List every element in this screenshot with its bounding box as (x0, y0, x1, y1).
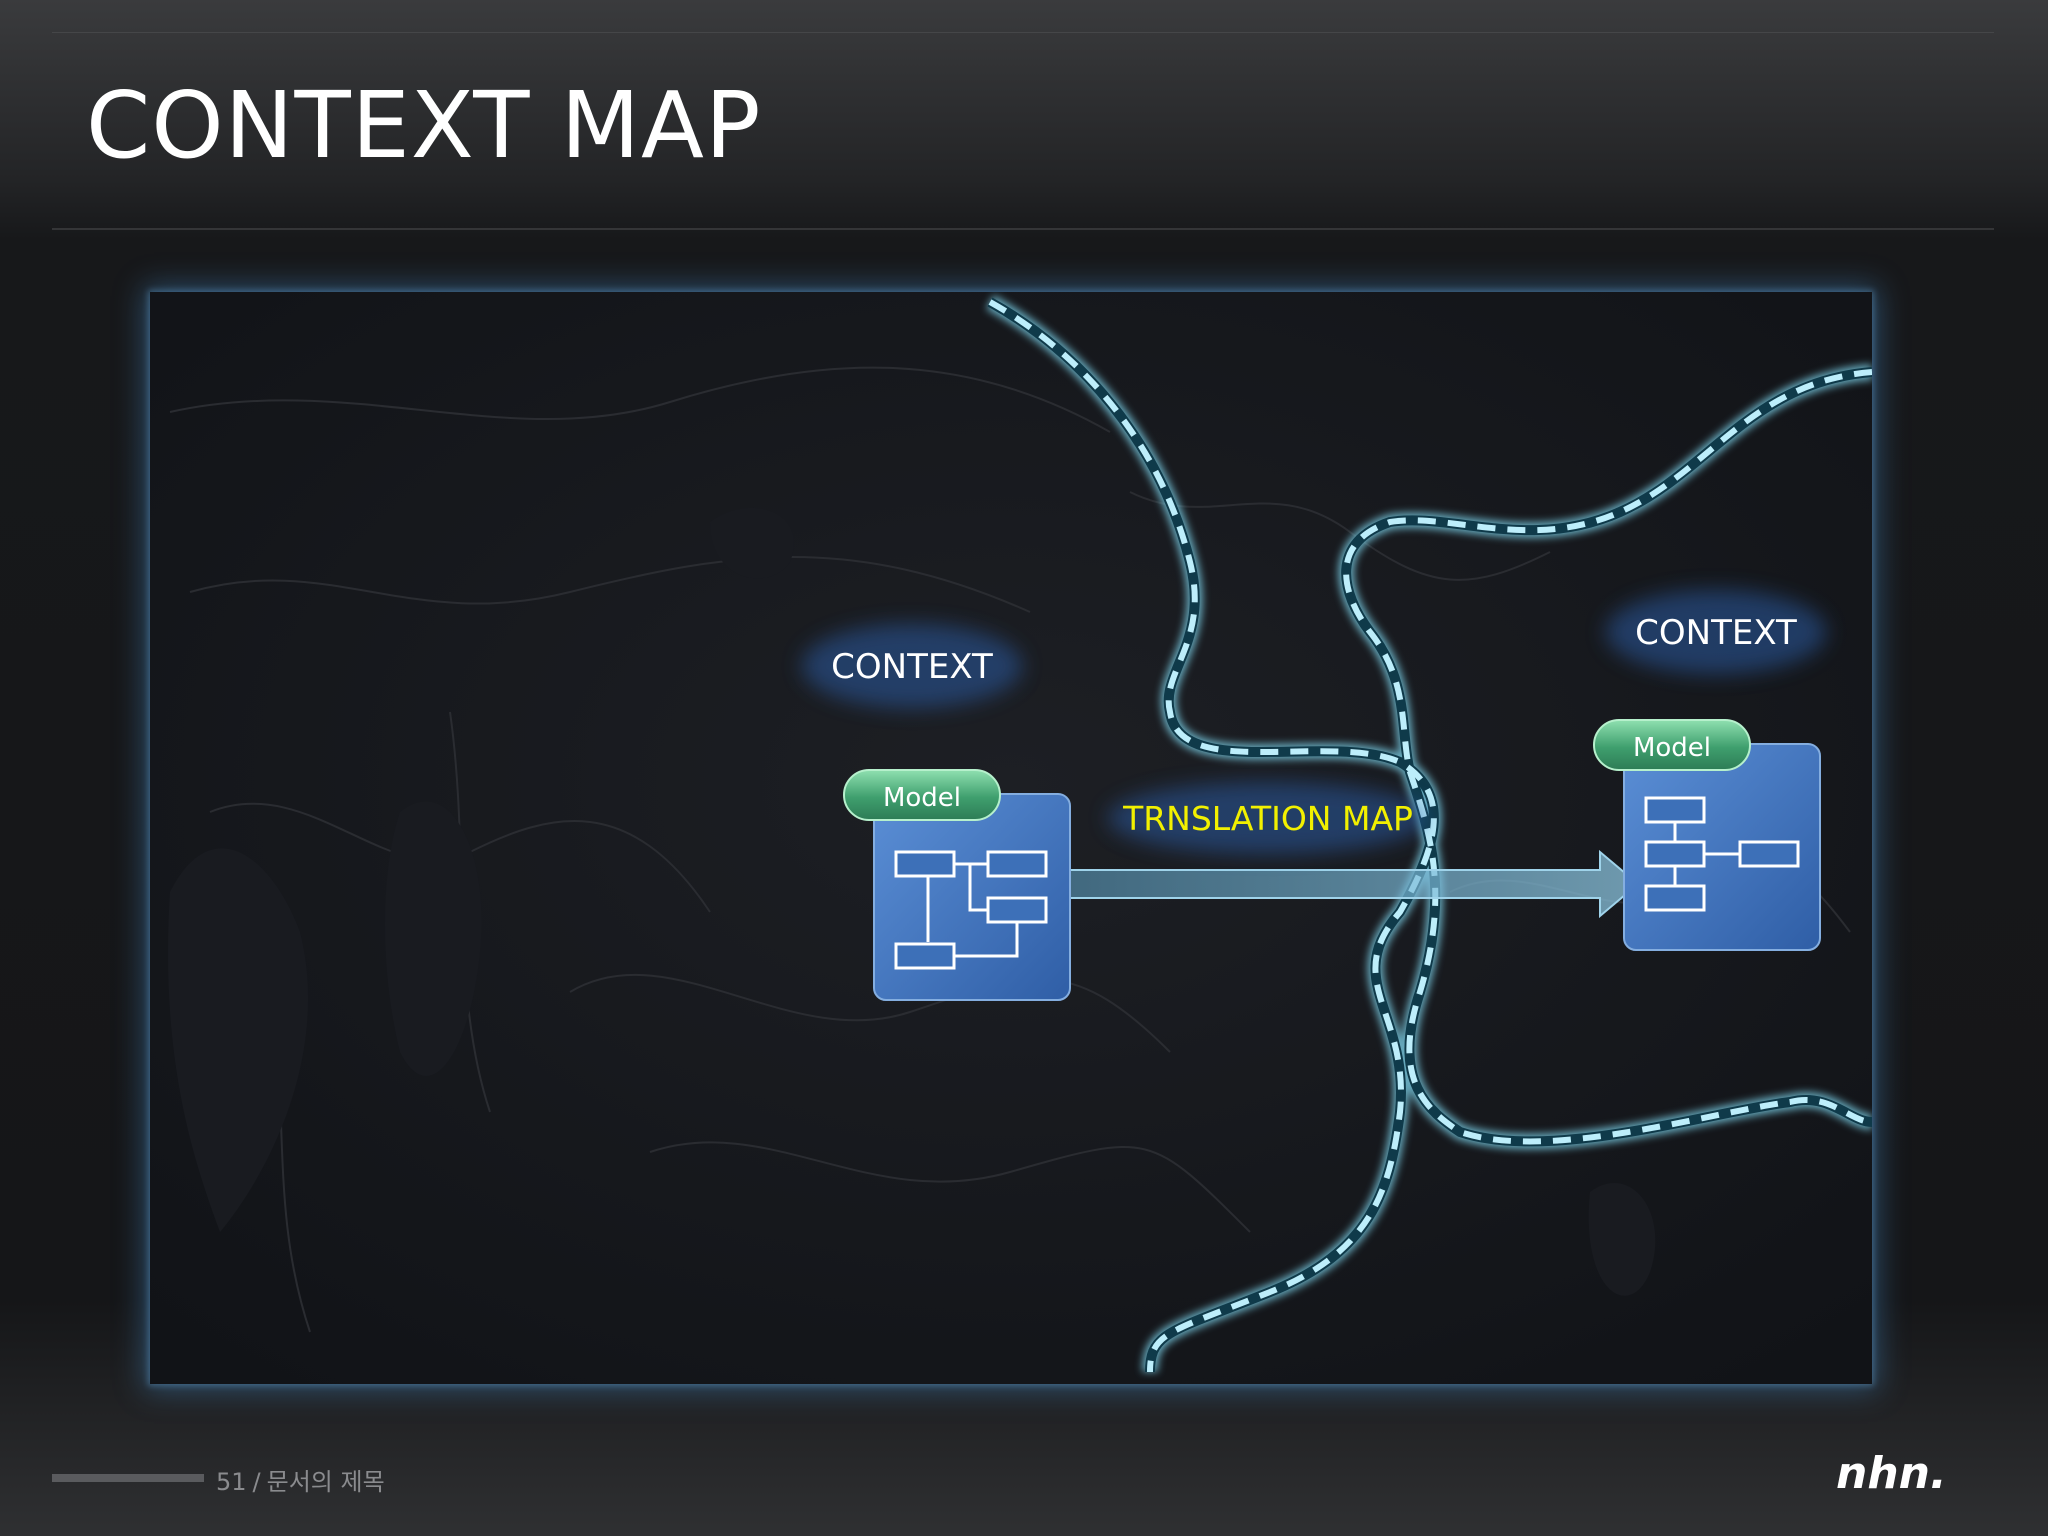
nhn-logo: nhn. (1836, 1448, 1947, 1498)
right-model-label: Model (1633, 733, 1711, 763)
footer-progress-bar (52, 1474, 204, 1482)
map-panel: CONTEXT CONTEXT TRNSLATION MAP Model Mod… (150, 292, 1872, 1384)
document-title: 문서의 제목 (266, 1468, 385, 1496)
slide: CONTEXT MAP CONTEXT CONTEXT TRNSLATION M… (0, 0, 2048, 1536)
left-model: Model (843, 769, 1071, 1001)
context-map-diagram: CONTEXT CONTEXT TRNSLATION MAP Model Mod… (150, 292, 1872, 1384)
right-model: Model (1593, 719, 1821, 951)
logo-text: nhn. (1836, 1448, 1947, 1498)
translation-map-label: TRNSLATION MAP (1122, 799, 1413, 838)
right-context-label: CONTEXT (1635, 613, 1797, 653)
footer: 51/문서의 제목 (216, 1462, 391, 1497)
translation-map-label-group: TRNSLATION MAP (1108, 782, 1428, 854)
page-number: 51 (216, 1468, 247, 1496)
top-rule (52, 32, 1994, 33)
left-context-label: CONTEXT (831, 647, 993, 687)
slide-title: CONTEXT MAP (86, 72, 762, 179)
left-model-label: Model (883, 783, 961, 813)
right-context-label-group: CONTEXT (1606, 590, 1826, 674)
left-context-label-group: CONTEXT (802, 624, 1022, 708)
footer-separator: / (252, 1468, 261, 1496)
title-divider (52, 228, 1994, 230)
